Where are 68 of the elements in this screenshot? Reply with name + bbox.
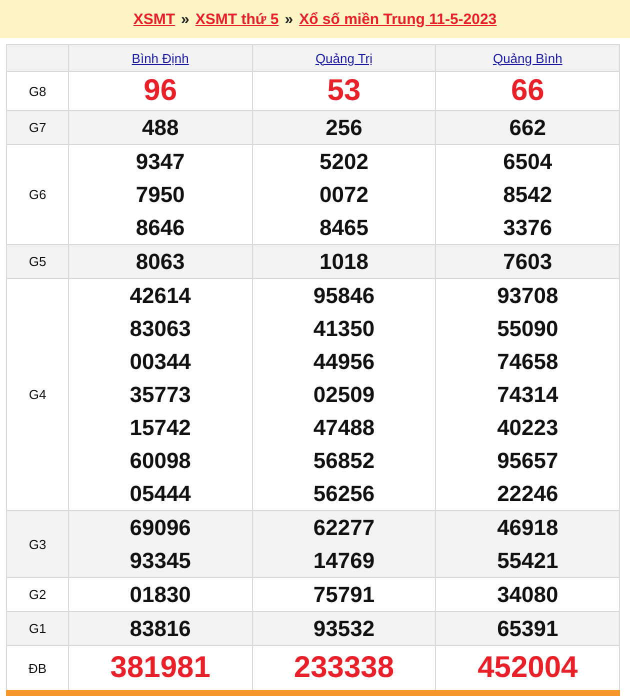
winning-number: 95657 (496, 447, 560, 475)
prize-label: G4 (6, 278, 68, 510)
winning-number: 00344 (128, 348, 192, 376)
winning-number: 83816 (128, 615, 192, 643)
winning-number: 46918 (496, 514, 560, 542)
winning-number: 74314 (496, 381, 560, 409)
winning-number: 66 (510, 73, 546, 109)
winning-number: 22246 (496, 480, 560, 508)
winning-number: 8465 (318, 214, 370, 242)
breadcrumb-link[interactable]: XSMT thứ 5 (195, 10, 279, 28)
winning-number: 452004 (476, 650, 579, 686)
winning-number: 75791 (312, 581, 376, 609)
winning-number: 83063 (128, 315, 192, 343)
winning-number: 56256 (312, 480, 376, 508)
winning-number: 7950 (134, 181, 186, 209)
winning-number: 381981 (109, 650, 212, 686)
winning-number: 9347 (134, 148, 186, 176)
breadcrumb-separator: » (284, 10, 294, 28)
winning-number: 05444 (128, 480, 192, 508)
breadcrumb-separator: » (181, 10, 190, 28)
winning-number: 8646 (134, 214, 186, 242)
winning-number: 35773 (128, 381, 192, 409)
winning-number: 8542 (502, 181, 554, 209)
breadcrumb-link[interactable]: Xổ số miền Trung 11-5-2023 (299, 10, 497, 28)
winning-number: 53 (326, 73, 362, 109)
prize-label: G5 (6, 244, 68, 278)
winning-number: 93532 (312, 615, 376, 643)
winning-number: 74658 (496, 348, 560, 376)
province-link[interactable]: Bình Định (132, 50, 189, 66)
winning-number: 7603 (502, 248, 554, 276)
prize-label: G1 (6, 612, 68, 646)
winning-number: 93345 (128, 547, 192, 575)
winning-number: 02509 (312, 381, 376, 409)
winning-number: 55090 (496, 315, 560, 343)
winning-number: 1018 (318, 248, 370, 276)
winning-number: 56852 (312, 447, 376, 475)
province-link[interactable]: Quảng Bình (492, 50, 562, 66)
winning-number: 93708 (496, 282, 560, 310)
winning-number: 65391 (496, 615, 560, 643)
winning-number: 95846 (312, 282, 376, 310)
winning-number: 3376 (502, 214, 554, 242)
prize-label: ĐB (6, 646, 68, 693)
winning-number: 41350 (312, 315, 376, 343)
breadcrumb-link[interactable]: XSMT (133, 10, 176, 28)
province-link[interactable]: Quảng Trị (315, 50, 373, 66)
winning-number: 40223 (496, 414, 560, 442)
winning-number: 55421 (496, 547, 560, 575)
winning-number: 47488 (312, 414, 376, 442)
winning-number: 44956 (312, 348, 376, 376)
winning-number: 42614 (128, 282, 192, 310)
winning-number: 662 (508, 114, 548, 142)
winning-number: 34080 (496, 581, 560, 609)
prize-label: G7 (6, 110, 68, 144)
winning-number: 96 (142, 73, 178, 109)
winning-number: 488 (140, 114, 180, 142)
winning-number: 60098 (128, 447, 192, 475)
winning-number: 15742 (128, 414, 192, 442)
winning-number: 256 (324, 114, 364, 142)
winning-number: 0072 (318, 181, 370, 209)
winning-number: 14769 (312, 547, 376, 575)
winning-number: 233338 (292, 650, 396, 686)
winning-number: 5202 (318, 148, 370, 176)
winning-number: 62277 (312, 514, 376, 542)
winning-number: 6504 (502, 148, 554, 176)
winning-number: 01830 (128, 581, 192, 609)
winning-number: 8063 (134, 248, 186, 276)
prize-label: G3 (6, 510, 68, 578)
winning-number: 69096 (128, 514, 192, 542)
